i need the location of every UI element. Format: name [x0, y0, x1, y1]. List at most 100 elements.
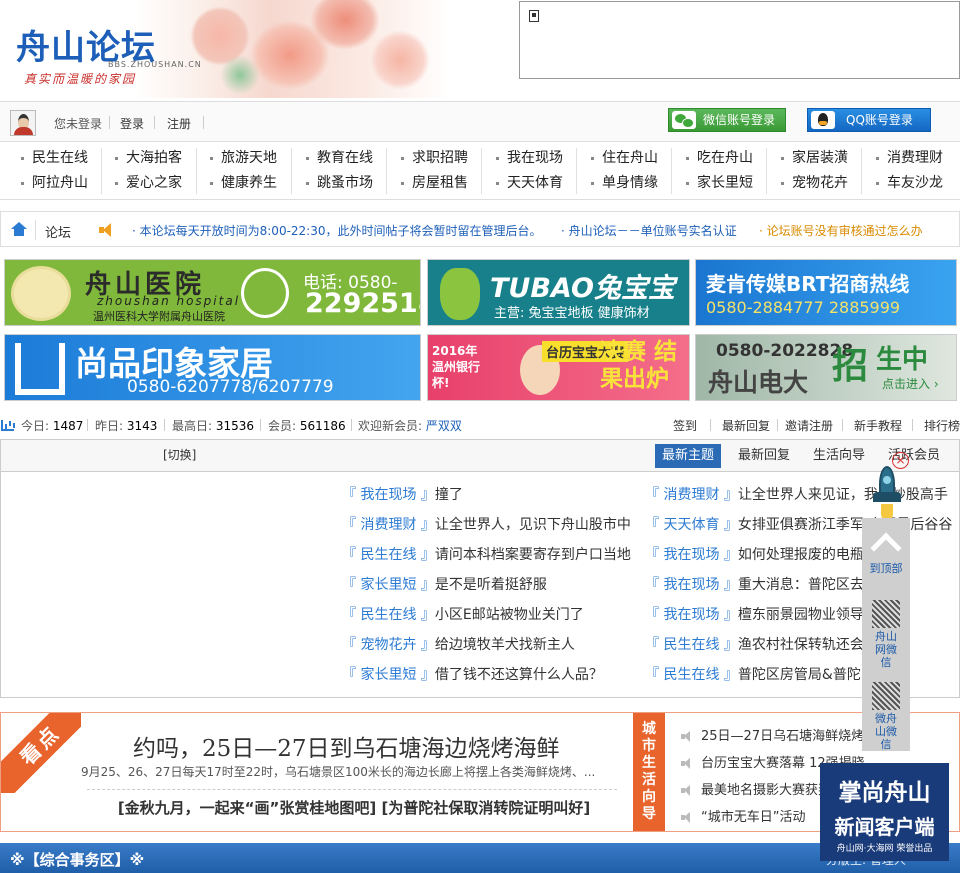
guide-item[interactable]: “城市无车日”活动: [681, 806, 805, 825]
guide-item-text: 最美地名摄影大赛获奖: [701, 783, 832, 798]
tab-latest-topics[interactable]: 最新主题: [655, 444, 722, 468]
nav-item[interactable]: 家长里短: [683, 172, 753, 194]
topic-title-link[interactable]: 撞了: [435, 487, 463, 503]
topic-category-link[interactable]: 我在现场: [663, 607, 719, 623]
register-link[interactable]: 注册: [167, 115, 191, 132]
banner-sub: 0580-6207778/6207779: [127, 377, 334, 397]
nav-item[interactable]: 车友沙龙: [873, 172, 943, 194]
bracket-left: 『: [342, 577, 361, 593]
latest-replies-link[interactable]: 最新回复: [722, 417, 770, 434]
bracket-left: 『: [342, 637, 361, 653]
nav-item[interactable]: 消费理财: [873, 147, 943, 169]
banner-zhoushan-hospital[interactable]: 舟山医院 zhoushan hospital 温州医科大学附属舟山医院 电话: …: [4, 259, 421, 326]
nav-item[interactable]: 教育在线: [303, 147, 373, 169]
topic-category-link[interactable]: 民生在线: [360, 607, 416, 623]
topic-category-link[interactable]: 消费理财: [663, 487, 719, 503]
bracket-left: 『: [645, 607, 664, 623]
nav-item[interactable]: 房屋租售: [398, 172, 468, 194]
nav-item[interactable]: 吃在舟山: [683, 147, 753, 169]
nav-item[interactable]: 跳蚤市场: [303, 172, 373, 194]
back-to-top-button[interactable]: 到顶部: [862, 530, 910, 576]
topic-category-link[interactable]: 宠物花卉: [360, 637, 416, 653]
tab-latest-replies[interactable]: 最新回复: [731, 444, 797, 468]
home-icon[interactable]: [11, 222, 27, 236]
topic-title-link[interactable]: 小区E邮站被物业关门了: [435, 607, 584, 623]
banner-tag: 生中: [876, 345, 929, 375]
bracket-right: 』: [719, 517, 738, 533]
invite-register-link[interactable]: 邀请注册: [785, 417, 833, 434]
nav-item[interactable]: 住在舟山: [588, 147, 658, 169]
topic-category-link[interactable]: 我在现场: [663, 547, 719, 563]
close-icon[interactable]: ×: [892, 452, 909, 469]
nav-item[interactable]: 爱心之家: [112, 172, 182, 194]
qq-login-button[interactable]: QQ账号登录: [807, 108, 931, 132]
nav-item[interactable]: 天天体育: [493, 172, 563, 194]
nav-item[interactable]: 健康养生: [207, 172, 277, 194]
guide-item[interactable]: 最美地名摄影大赛获奖: [681, 779, 831, 798]
notice-link-2[interactable]: · 舟山论坛－－单位账号实名认证: [561, 222, 737, 239]
app-promo-banner[interactable]: 掌尚舟山 新闻客户端 舟山网·大海网 荣誉出品: [820, 763, 949, 861]
nav-item[interactable]: 宠物花卉: [778, 172, 848, 194]
bracket-left: 『: [645, 577, 664, 593]
topic-title-link[interactable]: 让全世界人来见证，我是炒股高手: [738, 487, 948, 503]
nav-item[interactable]: 民生在线: [18, 147, 88, 169]
signin-link[interactable]: 签到: [673, 417, 697, 434]
topic-title-link[interactable]: 借了钱不还这算什么人品？: [435, 667, 603, 683]
nav-item[interactable]: 家居装潢: [778, 147, 848, 169]
topic-title-link[interactable]: 女排亚俱赛浙江季军 中国最后谷谷: [738, 517, 952, 533]
topic-category-link[interactable]: 民生在线: [663, 667, 719, 683]
topic-title-link[interactable]: 如何处理报废的电瓶: [738, 547, 864, 563]
topic-category-link[interactable]: 家长里短: [360, 667, 416, 683]
bracket-right: 』: [416, 637, 435, 653]
topic-title-link[interactable]: 让全世界人，见识下舟山股市中: [435, 517, 631, 533]
speaker-icon: [99, 223, 115, 237]
tab-active-members[interactable]: 活跃会员: [881, 444, 947, 468]
wechat-login-button[interactable]: 微信账号登录: [668, 108, 786, 132]
topic-category-link[interactable]: 民生在线: [360, 547, 416, 563]
hot-related-links[interactable]: [金秋九月，一起来“画”张赏桂地图吧] [为普陀社保取消转院证明叫好]: [89, 797, 619, 819]
banner-calendar-baby[interactable]: 2016年 温州银行杯! 台历宝宝大赛 决赛 结果出炉: [427, 334, 690, 401]
notice-link-1[interactable]: · 本论坛每天开放时间为8:00-22:30，此外时间帖子将会暂时留在管理后台。: [132, 222, 542, 239]
topic-category-link[interactable]: 消费理财: [360, 517, 416, 533]
header-ad-frame[interactable]: [519, 1, 960, 79]
nav-item[interactable]: 大海拍客: [112, 147, 182, 169]
new-member-link[interactable]: 严双双: [426, 419, 462, 433]
nav-item[interactable]: 阿拉舟山: [18, 172, 88, 194]
nav-item[interactable]: 旅游天地: [207, 147, 277, 169]
topic-category-link[interactable]: 我在现场: [360, 487, 416, 503]
banner-maiken-media[interactable]: 麦肯传媒BRT招商热线 0580-2884777 2885999: [695, 259, 957, 326]
hot-corner-label: 看点: [1, 713, 81, 793]
topic-category-link[interactable]: 我在现场: [663, 577, 719, 593]
topic-title-link[interactable]: 渔农村社保转轨还会: [738, 637, 864, 653]
topic-title-link[interactable]: 请问本科档案要寄存到户口当地: [435, 547, 631, 563]
wechat-login-label: 微信账号登录: [703, 113, 776, 127]
login-link[interactable]: 登录: [120, 115, 144, 132]
banner-tag: 2016年 温州银行杯!: [432, 344, 481, 390]
rocket-icon[interactable]: [871, 466, 903, 524]
newbie-guide-link[interactable]: 新手教程: [854, 417, 902, 434]
topic-title-link[interactable]: 给边境牧羊犬找新主人: [435, 637, 575, 653]
banner-tubao[interactable]: TUBAO兔宝宝 主营: 兔宝宝地板 健康饰材: [427, 259, 690, 326]
topic-category-link[interactable]: 家长里短: [360, 577, 416, 593]
nav-item[interactable]: 我在现场: [493, 147, 563, 169]
nav-item[interactable]: 求职招聘: [398, 147, 468, 169]
notice-link-3[interactable]: · 论坛账号没有审核通过怎么办: [759, 222, 925, 239]
wei-zhoushan-wechat-button[interactable]: 微舟山微信: [862, 682, 910, 751]
banner-zhoushan-radio-uni[interactable]: 0580-2022828 舟山电大 招 生中 点击进入 ›: [695, 334, 957, 401]
hot-headline[interactable]: 约吗，25日—27日到乌石塘海边烧烤海鲜: [133, 729, 560, 763]
tab-life-guide[interactable]: 生活向导: [806, 444, 872, 468]
ranking-link[interactable]: 排行榜: [924, 417, 960, 434]
breadcrumb-forum[interactable]: 论坛: [45, 222, 71, 241]
switch-link[interactable]: [切换]: [163, 446, 196, 463]
guide-item[interactable]: 25日—27日乌石塘海鲜烧烤: [681, 725, 864, 744]
section-title: ※【综合事务区】※: [10, 851, 145, 869]
zhoushan-wechat-button[interactable]: 舟山网微信: [862, 600, 910, 669]
topic-title-link[interactable]: 是不是听着挺舒服: [435, 577, 547, 593]
topic-row: 『 宠物花卉 』给边境牧羊犬找新主人: [342, 635, 638, 655]
nav-item[interactable]: 单身情缘: [588, 172, 658, 194]
banner-shangpin-home[interactable]: 尚品印象家居 0580-6207778/6207779: [4, 334, 421, 401]
topic-category-link[interactable]: 民生在线: [663, 637, 719, 653]
bracket-right: 』: [719, 637, 738, 653]
topic-category-link[interactable]: 天天体育: [663, 517, 719, 533]
bracket-left: 『: [645, 487, 664, 503]
